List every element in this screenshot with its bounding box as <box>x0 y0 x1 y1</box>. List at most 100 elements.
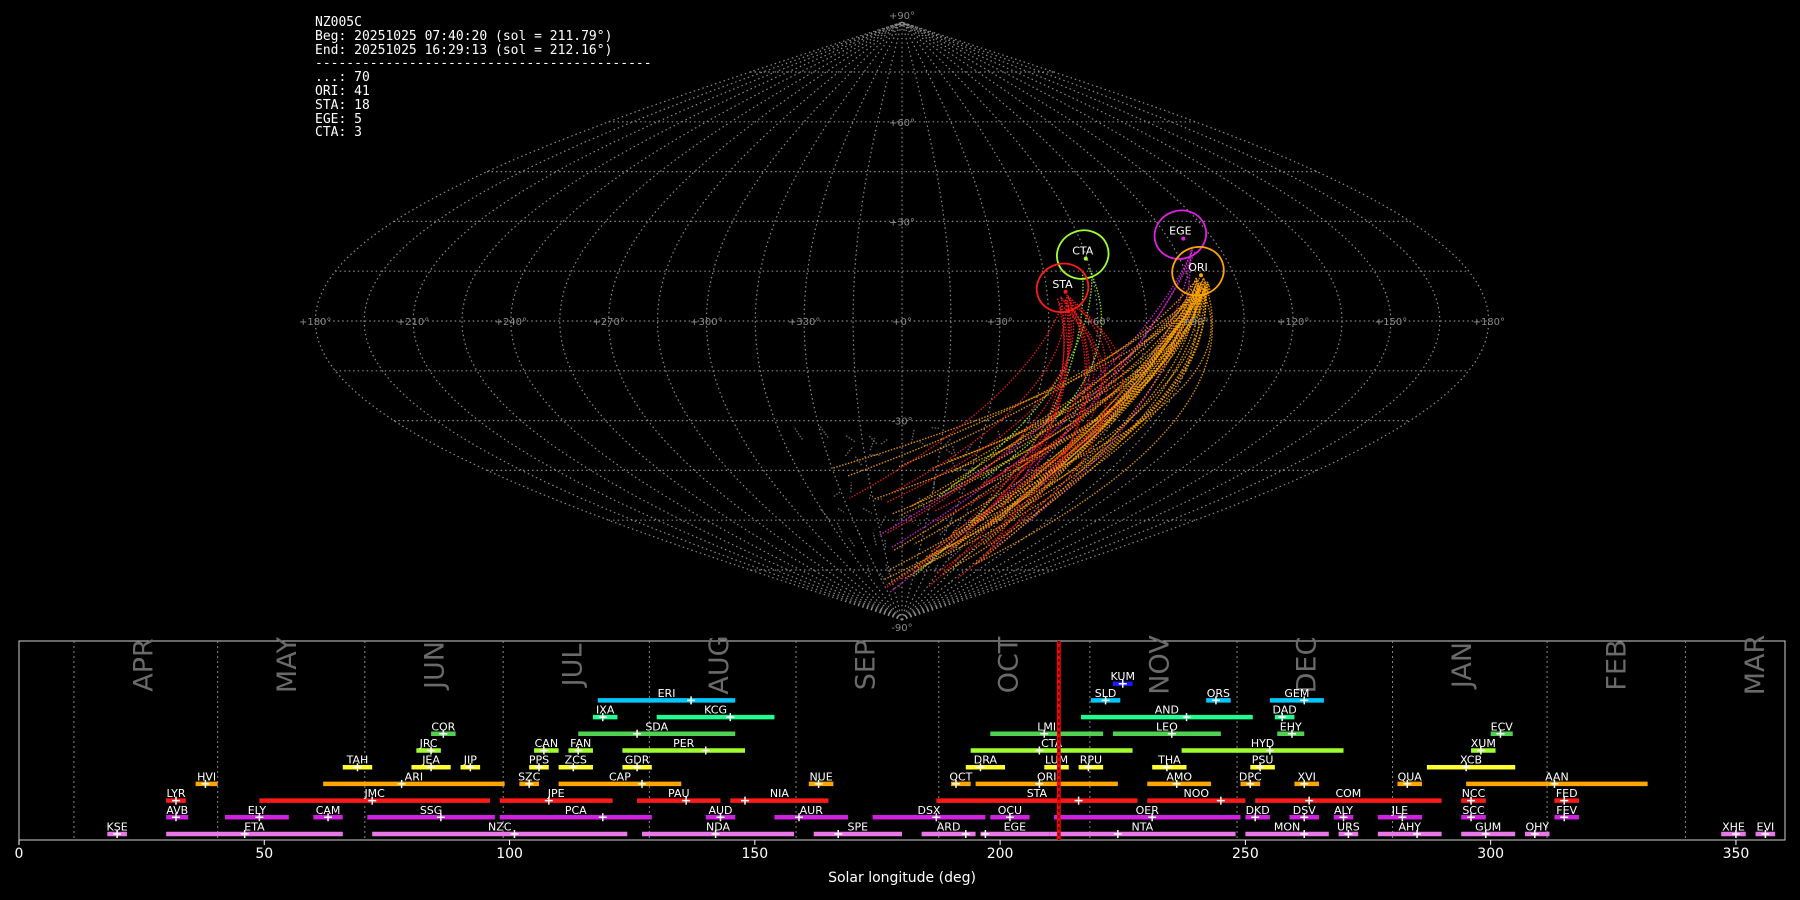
longitude-tick-label: +0° <box>892 317 912 328</box>
shower-trail-ori <box>846 283 1208 477</box>
sporadic-trail <box>917 522 922 527</box>
longitude-tick-label: +240° <box>495 317 527 328</box>
shower-label-scc: SCC <box>1462 804 1485 817</box>
sporadic-trail <box>793 426 803 440</box>
radiant-label-cta: CTA <box>1072 245 1094 258</box>
shower-label-sld: SLD <box>1095 687 1117 700</box>
shower-label-amo: AMO <box>1166 770 1192 783</box>
shower-label-pps: PPS <box>529 754 549 767</box>
shower-label-ori: ORI <box>1037 770 1057 783</box>
shower-label-dpc: DPC <box>1239 770 1262 783</box>
shower-label-tah: TAH <box>346 754 369 767</box>
shower-label-ixa: IXA <box>596 704 615 717</box>
shower-label-dra: DRA <box>974 754 998 767</box>
shower-label-ehy: EHY <box>1280 720 1302 733</box>
shower-label-jle: JLE <box>1391 804 1408 817</box>
shower-label-noo: NOO <box>1184 787 1210 800</box>
shower-trail-ege <box>1002 249 1193 516</box>
longitude-tick-label: +90° <box>1182 317 1208 328</box>
shower-label-ssg: SSG <box>420 804 443 817</box>
shower-label-nzc: NZC <box>488 821 512 834</box>
x-tick-label: 200 <box>987 846 1014 862</box>
sporadic-trail <box>844 446 854 457</box>
month-label-apr: APR <box>128 638 159 692</box>
shower-label-gdr: GDR <box>625 754 650 767</box>
shower-label-ohy: OHY <box>1525 821 1549 834</box>
shower-label-xvi: XVI <box>1298 770 1316 783</box>
x-tick-label: 150 <box>741 846 768 862</box>
sporadic-trail <box>868 493 872 500</box>
shower-label-lum: LUM <box>1045 754 1068 767</box>
sporadic-trail <box>898 585 901 589</box>
month-label-feb: FEB <box>1602 639 1633 690</box>
longitude-tick-label: +270° <box>592 317 624 328</box>
month-label-mar: MAR <box>1740 635 1771 696</box>
shower-label-gum: GUM <box>1475 821 1501 834</box>
month-label-may: MAY <box>272 636 303 693</box>
sporadic-trail <box>945 448 954 455</box>
shower-trail-ori <box>889 277 1198 571</box>
shower-trail-ori <box>872 285 1210 501</box>
shower-trail-ori <box>832 288 1211 469</box>
sporadic-trail <box>952 445 957 457</box>
longitude-tick-label: +330° <box>788 317 820 328</box>
sporadic-trail <box>884 539 887 548</box>
x-tick-label: 350 <box>1723 846 1750 862</box>
sporadic-trail <box>933 480 935 492</box>
shower-label-sta: STA <box>1027 787 1048 800</box>
month-label-sep: SEP <box>851 640 882 690</box>
shower-label-fev: FEV <box>1556 804 1577 817</box>
x-tick-label: 250 <box>1232 846 1259 862</box>
shower-label-oct: OCT <box>949 770 972 783</box>
activity-timeline: APR MAY JUN JUL AUG SEP OCT NOV DEC JAN FEB MAR KUM… <box>15 635 1786 886</box>
shower-label-ege: EGE <box>1004 821 1026 834</box>
shower-label-can: CAN <box>535 737 558 750</box>
shower-label-ecv: ECV <box>1491 720 1514 733</box>
shower-label-szc: SZC <box>518 770 541 783</box>
month-label-jan: JAN <box>1447 642 1478 690</box>
month-label-dec: DEC <box>1292 637 1323 694</box>
sporadic-trail <box>845 435 856 443</box>
month-label-jul: JUL <box>558 644 589 689</box>
month-label-jun: JUN <box>419 641 450 691</box>
shower-label-nta: NTA <box>1132 821 1154 834</box>
sporadic-trail <box>868 435 878 445</box>
sporadic-trail <box>837 507 845 513</box>
shower-label-tha: THA <box>1157 754 1181 767</box>
shower-label-rpu: RPU <box>1080 754 1102 767</box>
sporadic-trail <box>939 522 952 536</box>
longitude-tick-label: +120° <box>1277 317 1309 328</box>
month-label-oct: OCT <box>993 636 1024 693</box>
shower-label-dkd: DKD <box>1246 804 1270 817</box>
x-tick-label: 50 <box>255 846 273 862</box>
sporadic-trail <box>833 490 842 497</box>
latitude-tick-label: +90° <box>889 11 915 22</box>
shower-label-xhe: XHE <box>1722 821 1745 834</box>
shower-label-kse: KSE <box>107 821 128 834</box>
shower-label-aan: AAN <box>1545 770 1569 783</box>
x-tick-label: 100 <box>496 846 523 862</box>
shower-label-kum: KUM <box>1111 670 1135 683</box>
sporadic-trail <box>836 521 843 533</box>
latitude-tick-label: +30° <box>889 217 915 228</box>
sky-map: +180° +150° +120° +90° +60° +30° +0° +330° +300°… <box>299 11 1505 634</box>
shower-label-lmi: LMI <box>1037 720 1056 733</box>
shower-label-nda: NDA <box>706 821 731 834</box>
shower-label-kcg: KCG <box>704 704 727 717</box>
sporadic-trail <box>878 571 885 581</box>
shower-trail-ori <box>916 289 1207 570</box>
shower-label-eri: ERI <box>658 687 676 700</box>
shower-label-jmc: JMC <box>363 787 385 800</box>
current-sol-marker <box>1056 641 1061 840</box>
shower-label-psu: PSU <box>1252 754 1274 767</box>
shower-label-aly: ALY <box>1334 804 1353 817</box>
shower-label-evi: EVI <box>1757 821 1775 834</box>
sporadic-trail <box>869 437 876 451</box>
shower-trail-ori <box>892 286 1209 552</box>
sporadic-trail <box>854 456 863 466</box>
sporadic-trail <box>877 498 882 501</box>
shower-label-hvi: HVI <box>197 770 216 783</box>
shower-label-dsv: DSV <box>1293 804 1316 817</box>
longitude-tick-label: +180° <box>1473 317 1505 328</box>
x-axis: 0 50 100 150 200 250 300 350 <box>15 840 1750 862</box>
